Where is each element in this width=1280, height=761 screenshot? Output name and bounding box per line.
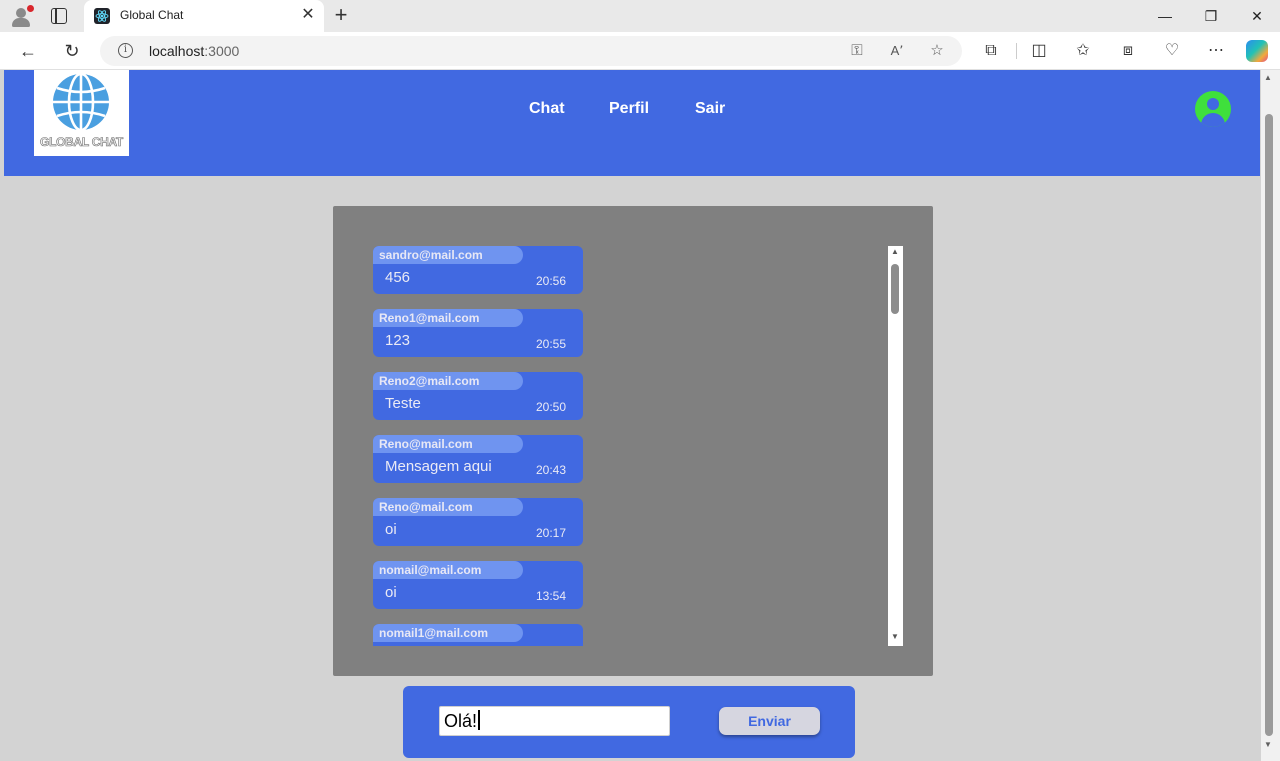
address-bar[interactable]: i localhost:3000 ⚿ A՚ ☆ (100, 36, 962, 66)
back-icon[interactable]: ← (17, 40, 39, 62)
browser-tab[interactable]: Global Chat ✕ (84, 0, 324, 32)
message-bubble: nomail@mail.com oi 13:54 (373, 561, 583, 609)
message-time: 13:54 (535, 589, 566, 603)
key-icon[interactable]: ⚿ (848, 42, 866, 60)
nav-link-sair[interactable]: Sair (695, 100, 725, 118)
copilot-icon[interactable] (1246, 40, 1268, 62)
message-sender: sandro@mail.com (373, 246, 523, 264)
page-viewport: GLOBAL CHAT Chat Perfil Sair sandro@mail… (4, 70, 1260, 761)
message-sender: Reno@mail.com (373, 498, 523, 516)
message-sender: Reno2@mail.com (373, 372, 523, 390)
favorites-icon[interactable]: ✩ (1073, 41, 1093, 61)
message-time: 20:17 (535, 526, 566, 540)
scroll-thumb[interactable] (891, 264, 899, 314)
message-composer: Olá! Enviar (403, 686, 855, 758)
message-text: oi (385, 584, 397, 601)
read-aloud-icon[interactable]: A՚ (888, 42, 906, 60)
scroll-up-arrow-icon[interactable]: ▲ (891, 247, 899, 256)
refresh-icon[interactable]: ↻ (61, 40, 83, 62)
nav-link-chat[interactable]: Chat (529, 100, 565, 118)
message-time: 20:55 (535, 337, 566, 351)
browser-titlebar: Global Chat ✕ + — ❐ ✕ (0, 0, 1280, 32)
react-favicon-icon (94, 8, 110, 24)
message-bubble: Reno2@mail.com Teste 20:50 (373, 372, 583, 420)
logo-text: GLOBAL CHAT (40, 135, 124, 150)
message-bubble: Reno1@mail.com 123 20:55 (373, 309, 583, 357)
page-scrollbar[interactable]: ▲ ▼ (1261, 70, 1280, 761)
send-button[interactable]: Enviar (719, 707, 820, 735)
toolbar-divider (1016, 43, 1017, 59)
app-logo[interactable]: GLOBAL CHAT (34, 70, 129, 156)
globe-icon (53, 72, 109, 132)
message-list[interactable]: sandro@mail.com 456 20:56 Reno1@mail.com… (373, 246, 903, 646)
text-caret (478, 710, 480, 730)
message-text: 123 (385, 332, 411, 349)
restore-icon[interactable]: ❐ (1188, 0, 1234, 32)
page-scroll-thumb[interactable] (1265, 114, 1273, 736)
message-text: Teste (385, 395, 421, 412)
message-list-scrollbar[interactable]: ▲ ▼ (888, 246, 903, 646)
page-scroll-up-icon[interactable]: ▲ (1264, 73, 1272, 82)
address-url[interactable]: localhost:3000 (149, 43, 239, 59)
message-text: 456 (385, 269, 411, 286)
message-time: 20:43 (535, 463, 566, 477)
message-bubble: sandro@mail.com 456 20:56 (373, 246, 583, 294)
message-time: 20:50 (535, 400, 566, 414)
chat-panel: sandro@mail.com 456 20:56 Reno1@mail.com… (333, 206, 933, 676)
profile-icon[interactable] (10, 5, 34, 27)
browser-essentials-icon[interactable]: ♡ (1162, 41, 1182, 61)
collections-icon[interactable]: ⧈ (1118, 41, 1138, 61)
message-sender: nomail@mail.com (373, 561, 523, 579)
close-window-icon[interactable]: ✕ (1234, 0, 1280, 32)
browser-toolbar: ← ↻ i localhost:3000 ⚿ A՚ ☆ ⧉ ◫ ✩ ⧈ ♡ ⋯ (0, 32, 1280, 70)
message-bubble: Reno@mail.com Mensagem aqui 20:43 (373, 435, 583, 483)
minimize-icon[interactable]: — (1142, 0, 1188, 32)
user-avatar-icon[interactable] (1195, 91, 1231, 127)
site-info-icon[interactable]: i (118, 43, 133, 58)
app-header: GLOBAL CHAT Chat Perfil Sair (4, 70, 1260, 176)
message-text: Mensagem aqui (385, 458, 492, 475)
extensions-icon[interactable]: ⧉ (981, 41, 1001, 61)
message-bubble: nomail1@mail.com (373, 624, 583, 646)
more-menu-icon[interactable]: ⋯ (1206, 41, 1226, 61)
tab-title: Global Chat (120, 8, 184, 22)
page-scroll-down-icon[interactable]: ▼ (1264, 740, 1272, 749)
close-tab-icon[interactable]: ✕ (300, 6, 316, 24)
message-time: 20:56 (535, 274, 566, 288)
scroll-down-arrow-icon[interactable]: ▼ (891, 632, 899, 641)
message-sender: nomail1@mail.com (373, 624, 523, 642)
message-sender: Reno1@mail.com (373, 309, 523, 327)
message-input[interactable]: Olá! (439, 706, 670, 736)
message-text: oi (385, 521, 397, 538)
new-tab-icon[interactable]: + (332, 4, 350, 26)
favorite-star-icon[interactable]: ☆ (928, 42, 946, 60)
message-sender: Reno@mail.com (373, 435, 523, 453)
split-screen-icon[interactable]: ◫ (1029, 41, 1049, 61)
nav-link-perfil[interactable]: Perfil (609, 100, 649, 118)
message-bubble: Reno@mail.com oi 20:17 (373, 498, 583, 546)
tab-actions-icon[interactable] (51, 8, 67, 24)
